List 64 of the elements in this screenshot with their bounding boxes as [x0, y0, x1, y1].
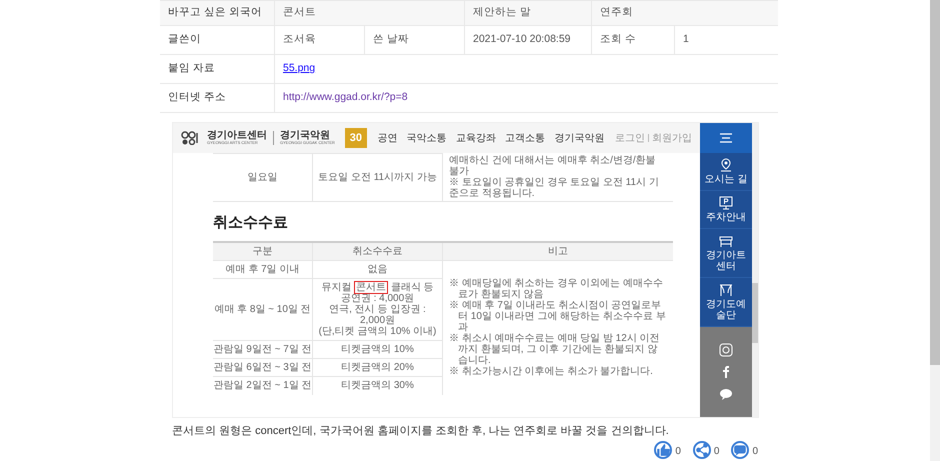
table-cell: 티켓금액의 20%	[341, 362, 414, 372]
note-text: ※ 예매 후 7일 이내라도 취소시점이 공연일로부터 10일 이내라면 그에 해당하는 취소수수료 부과	[449, 300, 667, 333]
table-cell: 티켓금액의 30%	[341, 380, 414, 391]
nav-link[interactable]: 경기국악원	[554, 130, 604, 146]
menu-icon	[720, 133, 732, 143]
pin-icon	[719, 158, 733, 172]
speech-bubble-icon[interactable]	[719, 387, 733, 401]
note-text: ※ 취소가능시간 이후에는 취소가 불가합니다.	[449, 366, 654, 377]
nav-link[interactable]: 국악소통	[406, 130, 447, 146]
nav-link[interactable]: 고객소통	[505, 130, 546, 146]
table-cell: 예매 후 8일 ~ 10일 전	[214, 304, 311, 314]
table-cell: 없음	[368, 264, 388, 274]
share-icon[interactable]	[692, 440, 711, 458]
thumbs-up-icon[interactable]	[654, 440, 672, 458]
brand-name: 경기국악원	[280, 131, 331, 141]
nav-link[interactable]: 교육강좌	[456, 130, 496, 146]
instagram-icon[interactable]	[719, 343, 733, 357]
note-text: 예매하신 건에 대해서는 예매후 취소/변경/환불 불가	[449, 155, 657, 177]
table-cell: 관람일 6일전 ~ 3일 전	[213, 362, 312, 372]
table-cell-text: 뮤지컬 콘서트 클래식 등 공연권 : 4,000원	[320, 282, 435, 304]
comment-text: 콘서트의 원형은 concert인데, 국가국어원 홈페이지를 조회한 후, 나는 연주회로 바꿀 것을 건의합니다.	[172, 424, 670, 439]
column-header: 취소수수료	[352, 246, 402, 256]
reaction-count: 0	[752, 444, 758, 458]
table-cell: 예매 후 7일 이내	[226, 264, 300, 274]
table-cell-text: 연극, 전시 등 입장권 : 2,000원	[328, 304, 427, 326]
table-cell: 관람일 2일전 ~ 1일 전	[213, 380, 312, 391]
field-value: 쓴 날짜	[373, 32, 409, 48]
field-value: 2021-07-10 20:08:59	[473, 32, 570, 48]
table-cell: 티켓금액의 10%	[341, 344, 414, 354]
field-value: 1	[683, 32, 689, 48]
brand-name: 경기아트센터	[207, 131, 267, 141]
field-value: 조서육	[283, 32, 316, 48]
building-icon	[719, 234, 733, 248]
column-header: 구분	[252, 246, 272, 256]
field-label: 글쓴이	[168, 32, 201, 48]
stage-icon	[719, 283, 733, 297]
field-value: 콘서트	[283, 5, 316, 20]
menu-button[interactable]	[700, 123, 752, 153]
field-value: 제안하는 말	[473, 5, 531, 20]
note-text: ※ 취소시 예매수수료는 예매 당일 밤 12시 이전까지 환불되며, 그 이후 기간에는 환불되지 않습니다.	[449, 333, 661, 366]
nav-link[interactable]: 공연	[378, 130, 398, 146]
field-label: 붙임 자료	[168, 61, 215, 76]
table-cell: (단,티켓 금액의 10% 이내)	[318, 326, 436, 336]
scrollbar[interactable]	[930, 0, 940, 461]
section-title: 취소수수료	[213, 213, 289, 233]
table-cell: 토요일 오전 11시까지 가능	[318, 172, 437, 183]
column-header: 비고	[548, 246, 568, 256]
field-label: 바꾸고 싶은 외국어	[168, 5, 262, 20]
note-text: ※ 토요일이 공휴일인 경우 토요일 오전 11시 기준으로 적용됩니다.	[449, 177, 660, 199]
field-value: 조회 수	[600, 32, 636, 48]
logo-icon	[181, 131, 201, 145]
note-text: ※ 예매당일에 취소하는 경우 이외에는 예매수수료가 환불되지 않음	[449, 278, 664, 300]
parking-sign-icon	[719, 196, 733, 210]
field-label: 인터넷 주소	[168, 90, 226, 106]
table-cell: 일요일	[248, 172, 278, 183]
scrollbar[interactable]	[752, 123, 758, 417]
url-link[interactable]: http://www.ggad.or.kr/?p=8	[283, 90, 408, 106]
reaction-count: 0	[675, 444, 681, 458]
attachment-link[interactable]: 55.png	[283, 61, 316, 77]
reaction-count: 0	[714, 444, 720, 458]
table-cell: 관람일 9일전 ~ 7일 전	[213, 344, 312, 354]
anniversary-badge: 30	[344, 128, 367, 148]
field-value: 연주회	[600, 5, 633, 20]
comment-icon[interactable]	[731, 440, 750, 458]
